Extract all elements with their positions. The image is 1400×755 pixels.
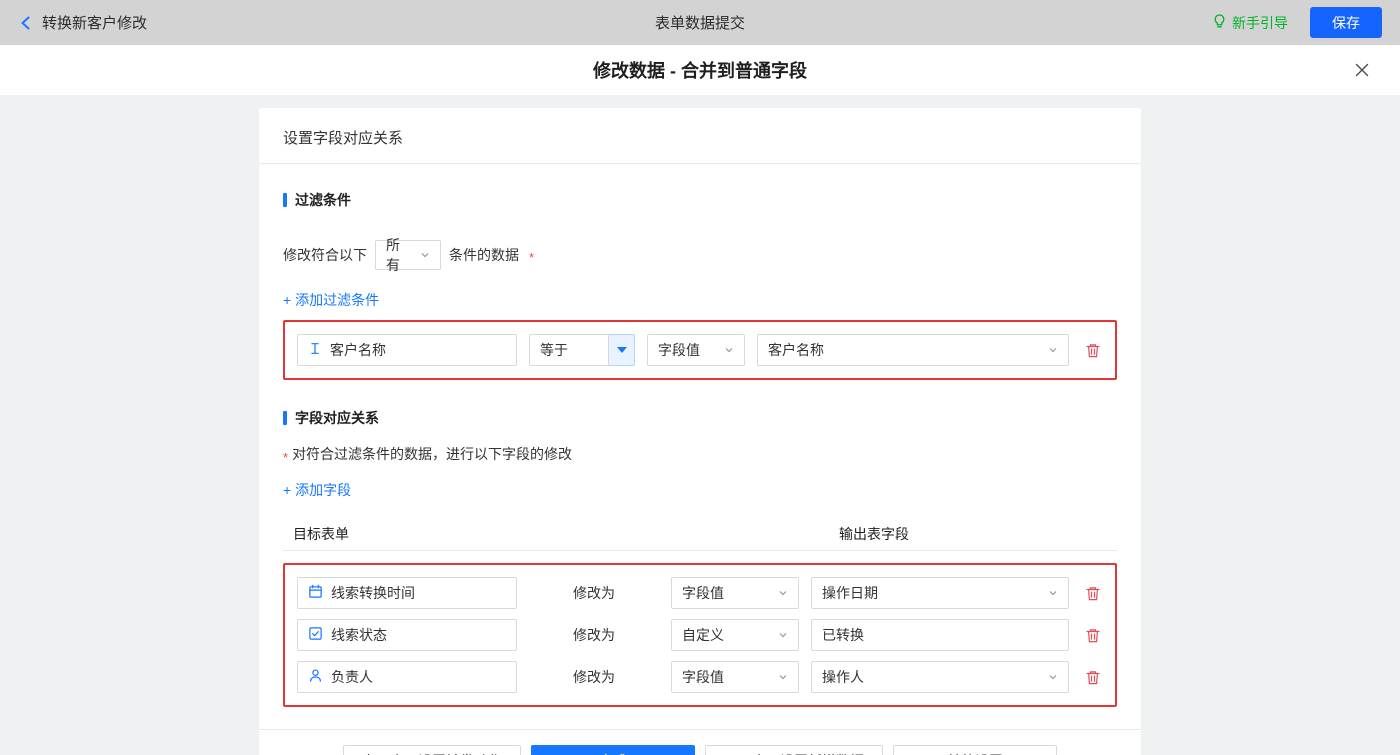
add-field-link[interactable]: + 添加字段	[283, 480, 351, 500]
delete-mapping-icon[interactable]	[1083, 585, 1103, 602]
chevron-down-icon	[1048, 345, 1058, 355]
settings-card: 设置字段对应关系 过滤条件 修改符合以下 所有 条件的数据 * + 添加过滤条件	[259, 108, 1141, 755]
mapping-row: 线索转换时间 修改为 字段值 操作日期	[297, 577, 1103, 609]
mapping-type-value: 自定义	[682, 627, 724, 643]
filter-row: 客户名称 等于 字段值 客户名称	[297, 334, 1103, 366]
calendar-icon	[308, 584, 323, 602]
delete-mapping-icon[interactable]	[1083, 627, 1103, 644]
prev-step-button[interactable]: 上一步：设置触发动作	[343, 745, 521, 755]
checkbox-icon	[308, 626, 323, 644]
person-icon	[308, 668, 323, 686]
mapping-hint-row: * 对符合过滤条件的数据，进行以下字段的修改	[283, 444, 1117, 465]
other-settings-button[interactable]: 其他设置	[893, 745, 1057, 755]
mapping-value: 已转换	[822, 627, 864, 643]
mapping-value-input[interactable]: 已转换	[811, 619, 1069, 651]
section-marker	[283, 193, 287, 207]
filter-field-input[interactable]: 客户名称	[297, 334, 517, 366]
mapping-type-value: 字段值	[682, 669, 724, 685]
back-chevron-icon[interactable]	[18, 15, 34, 31]
done-button[interactable]: 完成	[531, 745, 695, 755]
mapping-field-input[interactable]: 线索状态	[297, 619, 517, 651]
target-form-column-header: 目标表单	[293, 526, 349, 542]
condition-suffix-label: 条件的数据	[449, 247, 519, 263]
add-filter-condition-link[interactable]: + 添加过滤条件	[283, 290, 379, 310]
mapping-type-select[interactable]: 字段值	[671, 577, 799, 609]
page-title: 表单数据提交	[654, 15, 745, 32]
text-field-icon	[308, 341, 322, 359]
chevron-down-icon	[1048, 588, 1058, 598]
column-headers: 目标表单 输出表字段	[283, 524, 1117, 544]
filter-condition-row: 修改符合以下 所有 条件的数据 *	[283, 237, 1117, 273]
caret-down-icon	[616, 347, 627, 353]
filter-section-label: 过滤条件	[295, 192, 351, 208]
mapping-field-value: 线索状态	[331, 627, 387, 643]
back-nav[interactable]: 转换新客户修改	[18, 12, 147, 33]
output-field-column-header: 输出表字段	[839, 526, 909, 542]
modify-to-label: 修改为	[573, 669, 615, 685]
chevron-down-icon	[1048, 672, 1058, 682]
delete-mapping-icon[interactable]	[1083, 669, 1103, 686]
modify-to-label: 修改为	[573, 627, 615, 643]
required-mark: *	[283, 449, 289, 465]
chevron-down-icon	[724, 345, 734, 355]
operator-select[interactable]: 等于	[529, 334, 609, 366]
mapping-value: 操作日期	[822, 585, 878, 601]
mapping-field-input[interactable]: 线索转换时间	[297, 577, 517, 609]
beginner-guide-link[interactable]: 新手引导	[1212, 13, 1288, 33]
mapping-field-input[interactable]: 负责人	[297, 661, 517, 693]
mapping-value: 操作人	[822, 669, 864, 685]
mapping-type-select[interactable]: 自定义	[671, 619, 799, 651]
filter-section-heading: 过滤条件	[283, 190, 1117, 210]
chevron-down-icon	[778, 630, 788, 640]
operator-value: 等于	[540, 342, 568, 358]
filter-value-select[interactable]: 客户名称	[757, 334, 1069, 366]
mapping-highlight-box: 线索转换时间 修改为 字段值 操作日期 线索状态 修改为 自定义 已转换 负责人…	[283, 563, 1117, 707]
filter-highlight-box: 客户名称 等于 字段值 客户名称	[283, 320, 1117, 380]
mapping-type-select[interactable]: 字段值	[671, 661, 799, 693]
close-icon[interactable]	[1350, 58, 1374, 82]
dialog-body: 设置字段对应关系 过滤条件 修改符合以下 所有 条件的数据 * + 添加过滤条件	[0, 108, 1400, 755]
mapping-section-heading: 字段对应关系	[283, 408, 1117, 428]
mapping-value-select[interactable]: 操作人	[811, 661, 1069, 693]
mapping-field-value: 线索转换时间	[331, 585, 415, 601]
delete-filter-icon[interactable]	[1083, 342, 1103, 359]
mapping-type-value: 字段值	[682, 585, 724, 601]
operator-group: 等于	[529, 334, 635, 366]
operator-dropdown-button[interactable]	[609, 334, 635, 366]
mapping-section-label: 字段对应关系	[295, 410, 379, 426]
required-mark: *	[529, 249, 535, 265]
beginner-guide-label: 新手引导	[1232, 14, 1288, 31]
filter-value: 客户名称	[768, 342, 824, 358]
mapping-field-value: 负责人	[331, 669, 373, 685]
card-title: 设置字段对应关系	[259, 108, 1141, 164]
save-button[interactable]: 保存	[1310, 7, 1382, 38]
mapping-value-select[interactable]: 操作日期	[811, 577, 1069, 609]
mapping-hint: 对符合过滤条件的数据，进行以下字段的修改	[292, 446, 573, 462]
divider	[283, 550, 1117, 551]
mapping-row: 线索状态 修改为 自定义 已转换	[297, 619, 1103, 651]
chevron-down-icon	[778, 588, 788, 598]
match-mode-select[interactable]: 所有	[375, 237, 441, 273]
top-bar: 转换新客户修改 表单数据提交 新手引导 保存	[0, 0, 1400, 45]
topbar-actions: 新手引导 保存	[1212, 7, 1382, 38]
back-label[interactable]: 转换新客户修改	[42, 12, 147, 33]
section-marker	[283, 411, 287, 425]
dialog-title: 修改数据 - 合并到普通字段	[593, 61, 807, 81]
card-body: 过滤条件 修改符合以下 所有 条件的数据 * + 添加过滤条件 客户名称 等于 …	[259, 164, 1141, 707]
value-type-value: 字段值	[658, 342, 700, 358]
mapping-row: 负责人 修改为 字段值 操作人	[297, 661, 1103, 693]
dialog-header: 修改数据 - 合并到普通字段	[0, 45, 1400, 95]
modify-to-label: 修改为	[573, 585, 615, 601]
condition-prefix-label: 修改符合以下	[283, 247, 367, 263]
chevron-down-icon	[420, 250, 430, 260]
next-step-button[interactable]: 下一步：设置新增数据	[705, 745, 883, 755]
match-mode-value: 所有	[386, 237, 400, 273]
value-type-select[interactable]: 字段值	[647, 334, 745, 366]
filter-field-value: 客户名称	[330, 342, 386, 358]
chevron-down-icon	[778, 672, 788, 682]
lightbulb-icon	[1212, 13, 1227, 32]
dialog-footer: 上一步：设置触发动作 完成 下一步：设置新增数据 其他设置	[259, 729, 1141, 755]
